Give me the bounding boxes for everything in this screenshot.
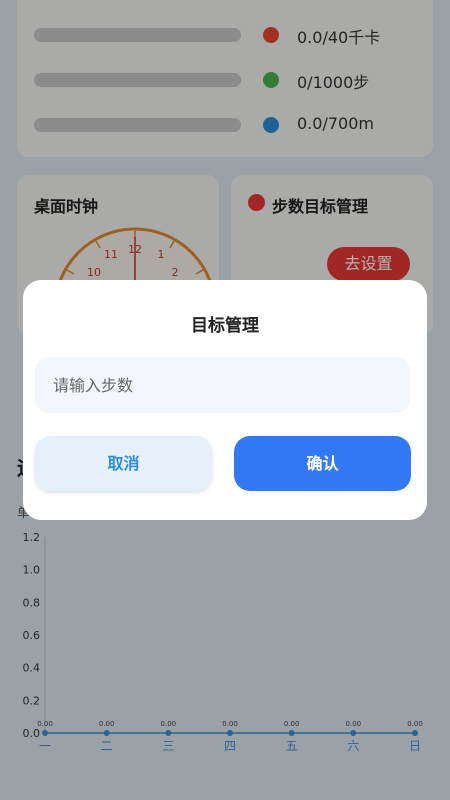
cancel-button[interactable]: 取消 xyxy=(35,436,212,491)
confirm-button[interactable]: 确认 xyxy=(234,436,411,491)
goal-dialog: 目标管理 取消 确认 xyxy=(23,280,427,520)
dialog-title: 目标管理 xyxy=(191,316,259,336)
steps-input[interactable] xyxy=(35,357,410,413)
